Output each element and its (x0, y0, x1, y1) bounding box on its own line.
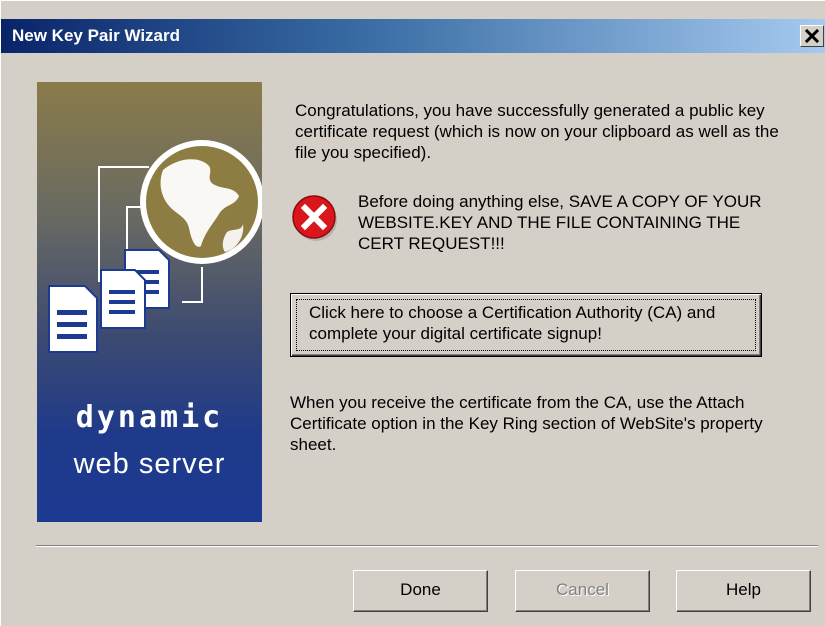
help-button[interactable]: Help (676, 570, 811, 612)
cancel-button[interactable]: Cancel (515, 570, 650, 612)
globe-icon (140, 140, 262, 264)
wizard-window: New Key Pair Wizard dynamic web server C… (0, 0, 825, 626)
outro-text: When you receive the certificate from th… (290, 393, 763, 454)
intro-text: Congratulations, you have successfully g… (295, 101, 779, 162)
window-title: New Key Pair Wizard (12, 26, 181, 45)
choose-ca-button-label: Click here to choose a Certification Aut… (309, 303, 716, 343)
connector-line (182, 267, 203, 303)
brand-name-line2: web server (73, 448, 226, 480)
close-icon (804, 28, 820, 44)
documents-icon (48, 249, 170, 353)
warning-text: Before doing anything else, SAVE A COPY … (358, 192, 762, 253)
title-bar[interactable]: New Key Pair Wizard (1, 19, 825, 53)
error-icon (292, 195, 337, 241)
choose-ca-button[interactable]: Click here to choose a Certification Aut… (290, 293, 762, 357)
banner-art (48, 140, 262, 353)
product-banner: dynamic web server (37, 82, 262, 522)
separator (36, 545, 818, 547)
close-button[interactable] (800, 25, 824, 47)
done-button[interactable]: Done (353, 570, 488, 612)
brand-name-line1: dynamic (75, 400, 224, 435)
